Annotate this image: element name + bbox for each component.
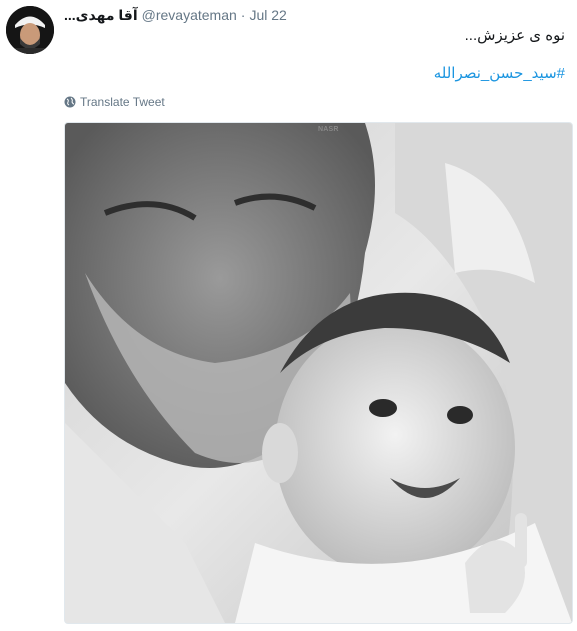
tweet-photo[interactable]: NASR: [64, 122, 573, 624]
photo-image: [65, 123, 572, 623]
photo-credit: NASR: [318, 126, 339, 133]
globe-icon: [64, 96, 76, 108]
display-name[interactable]: ...آقا مهدی: [64, 5, 138, 25]
tweet-card: ...آقا مهدی @revayateman · Jul 22 نوه ی …: [0, 0, 577, 631]
tweet-date[interactable]: Jul 22: [249, 5, 286, 25]
translate-tweet-button[interactable]: Translate Tweet: [64, 94, 165, 110]
tweet-header: ...آقا مهدی @revayateman · Jul 22: [64, 5, 287, 25]
avatar[interactable]: [6, 6, 54, 54]
translate-label: Translate Tweet: [80, 95, 165, 109]
separator: ·: [240, 7, 246, 23]
user-handle[interactable]: @revayateman: [142, 5, 237, 25]
hashtag-link[interactable]: #سید_حسن_نصرالله: [434, 64, 565, 84]
tweet-text: نوه ی عزیزش...: [464, 27, 565, 44]
